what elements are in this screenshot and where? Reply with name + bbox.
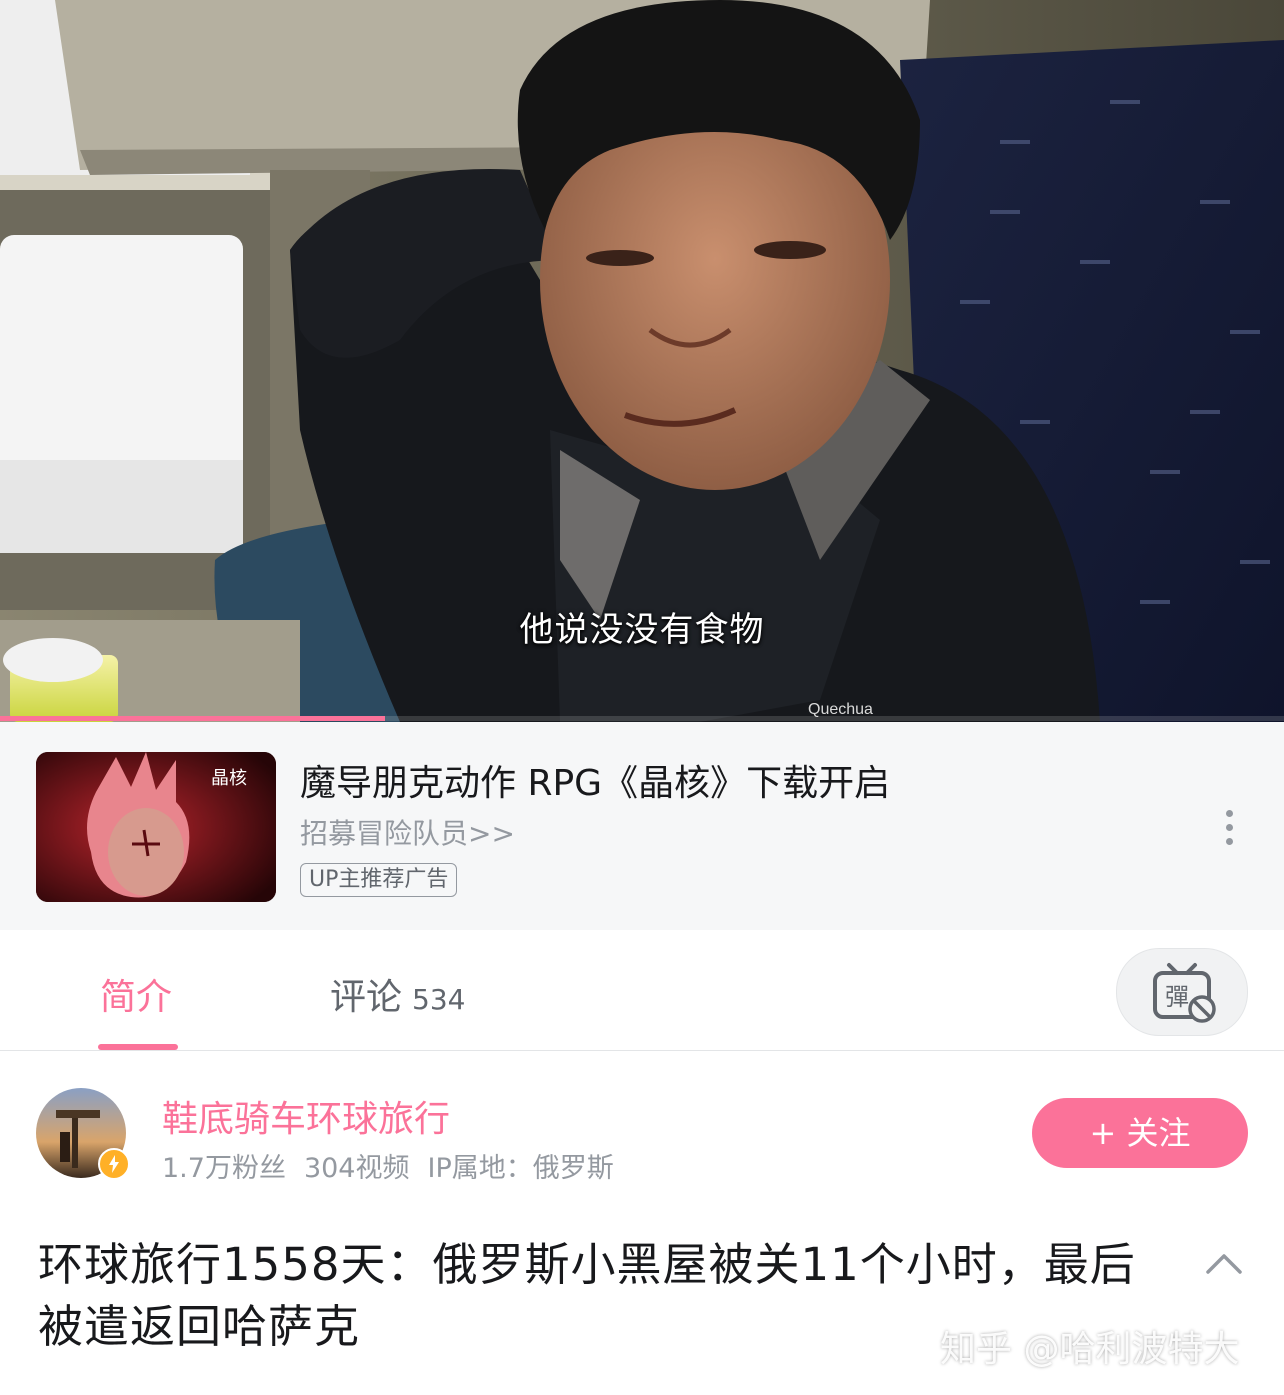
video-subtitle: 他说没没有食物 [519, 610, 765, 650]
danmaku-toggle-icon: 彈 [1153, 963, 1216, 1023]
tab-comments-label: 评论 [330, 977, 403, 1018]
tab-intro[interactable]: 简介 [100, 968, 172, 1020]
verified-badge-icon [98, 1148, 130, 1180]
ad-tag: UP主推荐广告 [300, 863, 458, 897]
ad-subtitle[interactable]: 招募冒险队员>> [300, 812, 515, 852]
ad-thumbnail[interactable]: 晶核 [36, 752, 276, 902]
tab-active-indicator [98, 1044, 178, 1050]
chevron-up-icon[interactable] [1204, 1248, 1244, 1278]
watermark-text: 知乎 @哈利波特大 [940, 1329, 1240, 1370]
video-stats-row [36, 1384, 1036, 1395]
video-progress-bar[interactable] [0, 716, 1284, 721]
tab-comments-count: 534 [412, 983, 466, 1016]
tab-comments[interactable]: 评论 534 [330, 968, 465, 1020]
uploader-ip-location: IP属地：俄罗斯 [427, 1153, 614, 1184]
uploader-followers: 1.7万粉丝 [162, 1153, 286, 1184]
video-player[interactable]: Quechua 他说没没有食物 [0, 0, 1284, 722]
danmaku-toggle-button[interactable]: 彈 [1116, 948, 1248, 1036]
svg-text:彈: 彈 [1165, 983, 1189, 1011]
uploader-meta: 1.7万粉丝 304视频 IP属地：俄罗斯 [162, 1146, 632, 1185]
content-tabs: 简介 评论 534 彈 [0, 930, 1284, 1051]
video-progress-fill [0, 716, 386, 721]
ad-title[interactable]: 魔导朋克动作 RPG《晶核》下载开启 [300, 754, 890, 806]
ad-thumb-logo: 晶核 [211, 768, 247, 789]
more-options-icon[interactable] [1212, 808, 1248, 848]
uploader-name[interactable]: 鞋底骑车环球旅行 [162, 1090, 450, 1142]
ad-banner[interactable]: 晶核 魔导朋克动作 RPG《晶核》下载开启 招募冒险队员>> UP主推荐广告 [0, 722, 1284, 930]
follow-button[interactable]: + 关注 [1032, 1098, 1248, 1168]
lightning-icon [109, 1155, 119, 1173]
uploader-videos: 304视频 [303, 1153, 410, 1184]
ad-thumbnail-art: 晶核 [36, 752, 276, 902]
